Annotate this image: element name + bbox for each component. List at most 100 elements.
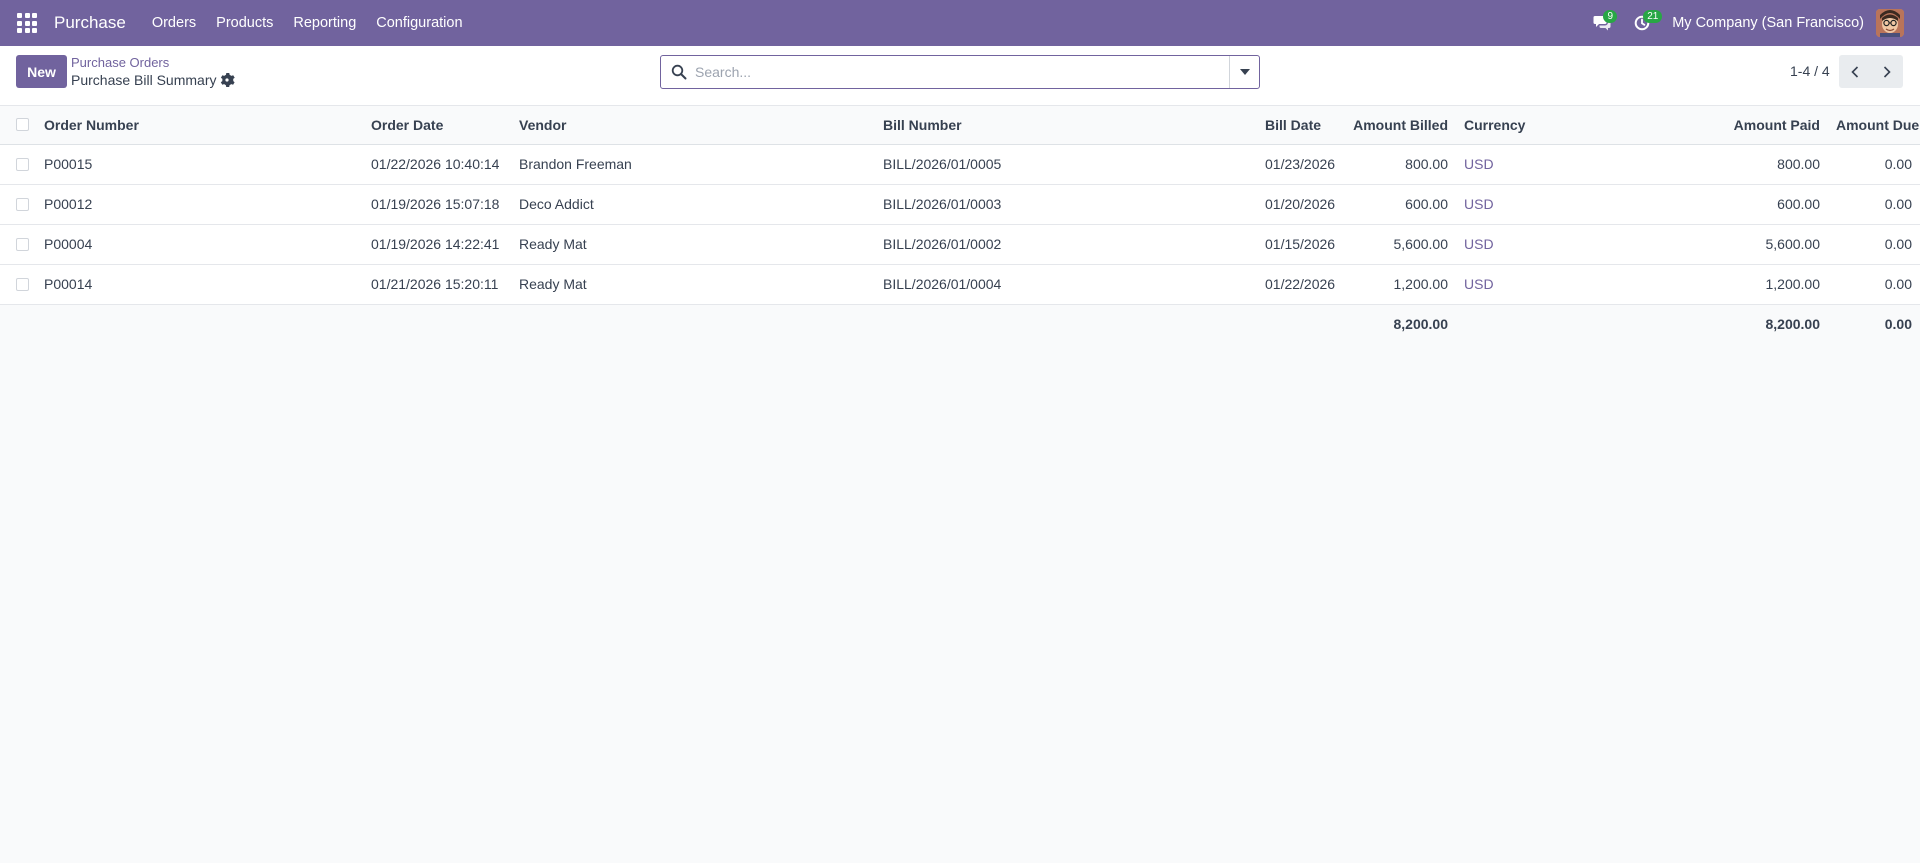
totals-spacer — [1456, 304, 1606, 344]
cell-amount-billed[interactable]: 800.00 — [1345, 144, 1456, 184]
cell-amount-billed[interactable]: 600.00 — [1345, 184, 1456, 224]
gear-icon[interactable] — [219, 72, 235, 88]
total-amount-billed: 8,200.00 — [1393, 316, 1449, 333]
caret-down-icon — [1239, 69, 1250, 75]
cell-amount-billed[interactable]: 1,200.00 — [1345, 264, 1456, 304]
activities-button[interactable]: 21 — [1622, 0, 1663, 46]
row-checkbox[interactable] — [16, 277, 29, 291]
app-grid-icon[interactable] — [14, 10, 40, 36]
cell-order-date[interactable]: 01/22/2026 10:40:14 — [363, 144, 511, 184]
pager-next-button[interactable] — [1871, 55, 1903, 88]
messages-button[interactable]: 9 — [1582, 0, 1622, 46]
select-all-checkbox[interactable] — [16, 118, 29, 132]
menu-configuration[interactable]: Configuration — [366, 15, 472, 31]
column-bill-date[interactable]: Bill Date — [1257, 106, 1345, 144]
table-row[interactable]: P00014 01/21/2026 15:20:11 Ready Mat BIL… — [0, 264, 1920, 304]
row-select-cell — [0, 224, 36, 264]
row-checkbox[interactable] — [16, 197, 29, 211]
cell-bill-number[interactable]: BILL/2026/01/0003 — [875, 184, 1257, 224]
breadcrumb-purchase-orders[interactable]: Purchase Orders — [71, 55, 169, 70]
column-vendor[interactable]: Vendor — [511, 106, 875, 144]
cell-vendor[interactable]: Ready Mat — [511, 224, 875, 264]
cell-amount-paid[interactable]: 5,600.00 — [1606, 224, 1828, 264]
new-button[interactable]: New — [16, 55, 67, 88]
row-select-cell — [0, 264, 36, 304]
cell-bill-date[interactable]: 01/20/2026 — [1257, 184, 1345, 224]
page-title: Purchase Bill Summary — [71, 72, 217, 88]
table-totals-row: 8,200.00 8,200.00 0.00 — [0, 304, 1920, 344]
cell-vendor[interactable]: Ready Mat — [511, 264, 875, 304]
activities-badge: 21 — [1643, 10, 1663, 23]
cell-order-number[interactable]: P00012 — [36, 184, 363, 224]
cell-bill-number[interactable]: BILL/2026/01/0004 — [875, 264, 1257, 304]
search-options-toggle[interactable] — [1229, 56, 1259, 88]
bill-summary-table: Order Number Order Date Vendor Bill Numb… — [0, 106, 1920, 344]
user-avatar[interactable] — [1876, 9, 1904, 37]
cell-amount-due[interactable]: 0.00 — [1828, 264, 1920, 304]
cell-bill-number[interactable]: BILL/2026/01/0005 — [875, 144, 1257, 184]
cell-amount-due[interactable]: 0.00 — [1828, 224, 1920, 264]
cell-bill-date[interactable]: 01/22/2026 — [1257, 264, 1345, 304]
row-checkbox[interactable] — [16, 157, 29, 171]
table-header-row: Order Number Order Date Vendor Bill Numb… — [0, 106, 1920, 144]
cell-amount-paid[interactable]: 800.00 — [1606, 144, 1828, 184]
app-brand[interactable]: Purchase — [48, 13, 132, 33]
totals-spacer — [36, 304, 363, 344]
cell-bill-date[interactable]: 01/23/2026 — [1257, 144, 1345, 184]
table-row[interactable]: P00012 01/19/2026 15:07:18 Deco Addict B… — [0, 184, 1920, 224]
column-currency[interactable]: Currency — [1456, 106, 1606, 144]
total-amount-due: 0.00 — [1884, 316, 1912, 333]
messages-badge: 9 — [1603, 10, 1618, 23]
cell-order-number[interactable]: P00014 — [36, 264, 363, 304]
cell-amount-due[interactable]: 0.00 — [1828, 144, 1920, 184]
cell-order-number[interactable]: P00015 — [36, 144, 363, 184]
cell-amount-due[interactable]: 0.00 — [1828, 184, 1920, 224]
cell-amount-paid[interactable]: 1,200.00 — [1606, 264, 1828, 304]
cell-bill-date[interactable]: 01/15/2026 — [1257, 224, 1345, 264]
menu-orders[interactable]: Orders — [142, 15, 206, 31]
search-icon — [671, 64, 687, 80]
select-all-cell — [0, 106, 36, 144]
cell-amount-billed[interactable]: 5,600.00 — [1345, 224, 1456, 264]
totals-spacer — [1257, 304, 1345, 344]
pager-previous-button[interactable] — [1839, 55, 1871, 88]
row-select-cell — [0, 184, 36, 224]
cell-amount-paid[interactable]: 600.00 — [1606, 184, 1828, 224]
company-switcher[interactable]: My Company (San Francisco) — [1672, 15, 1864, 31]
cell-currency[interactable]: USD — [1456, 184, 1606, 224]
cell-bill-number[interactable]: BILL/2026/01/0002 — [875, 224, 1257, 264]
cell-vendor[interactable]: Brandon Freeman — [511, 144, 875, 184]
column-amount-billed[interactable]: Amount Billed — [1345, 106, 1456, 144]
search-bar — [660, 55, 1260, 89]
cell-order-date[interactable]: 01/19/2026 14:22:41 — [363, 224, 511, 264]
column-amount-due[interactable]: Amount Due — [1828, 106, 1920, 144]
menu-reporting[interactable]: Reporting — [283, 15, 366, 31]
menu-products[interactable]: Products — [206, 15, 283, 31]
cell-order-date[interactable]: 01/19/2026 15:07:18 — [363, 184, 511, 224]
cell-order-date[interactable]: 01/21/2026 15:20:11 — [363, 264, 511, 304]
column-order-date[interactable]: Order Date — [363, 106, 511, 144]
cell-vendor[interactable]: Deco Addict — [511, 184, 875, 224]
chevron-left-icon — [1851, 65, 1859, 78]
row-checkbox[interactable] — [16, 237, 29, 251]
cell-currency[interactable]: USD — [1456, 224, 1606, 264]
totals-spacer — [363, 304, 511, 344]
row-select-cell — [0, 144, 36, 184]
search-input[interactable] — [695, 57, 1229, 87]
totals-spacer — [511, 304, 875, 344]
table-row[interactable]: P00015 01/22/2026 10:40:14 Brandon Freem… — [0, 144, 1920, 184]
table-row[interactable]: P00004 01/19/2026 14:22:41 Ready Mat BIL… — [0, 224, 1920, 264]
column-order-number[interactable]: Order Number — [36, 106, 363, 144]
control-panel: New Purchase Orders Purchase Bill Summar… — [0, 46, 1920, 106]
pager-value[interactable]: 1-4 / 4 — [1790, 63, 1830, 79]
cell-order-number[interactable]: P00004 — [36, 224, 363, 264]
column-bill-number[interactable]: Bill Number — [875, 106, 1257, 144]
chevron-right-icon — [1883, 65, 1891, 78]
cell-currency[interactable]: USD — [1456, 264, 1606, 304]
content-background — [0, 302, 1920, 863]
avatar-face-icon — [1876, 9, 1904, 37]
cell-currency[interactable]: USD — [1456, 144, 1606, 184]
column-amount-paid[interactable]: Amount Paid — [1606, 106, 1828, 144]
totals-spacer — [875, 304, 1257, 344]
total-amount-paid: 8,200.00 — [1765, 316, 1821, 333]
